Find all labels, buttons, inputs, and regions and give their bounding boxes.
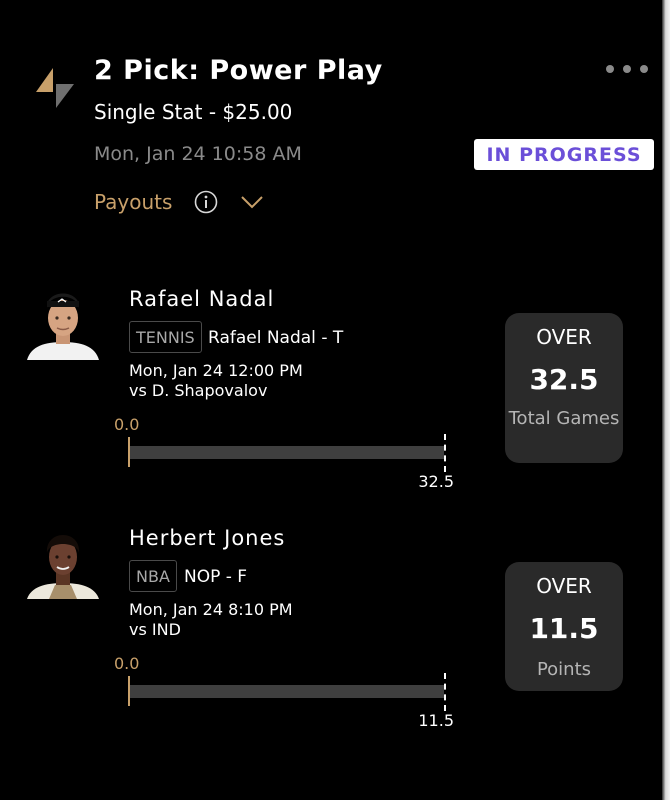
- start-value: 0.0: [114, 654, 140, 673]
- pick-direction: OVER: [536, 574, 592, 598]
- start-value: 0.0: [114, 415, 140, 434]
- pick-direction: OVER: [536, 325, 592, 349]
- line-value: 11.5: [418, 711, 454, 730]
- pick-stat: Points: [536, 659, 592, 680]
- dot: [606, 65, 614, 73]
- line-marker: [444, 673, 446, 711]
- window-edge: [662, 0, 670, 800]
- entry-subtitle: Single Stat - $25.00: [94, 100, 293, 124]
- progress-bar: [130, 685, 444, 698]
- player-avatar: [25, 523, 101, 599]
- team-position: Rafael Nadal - T: [208, 328, 344, 348]
- entry-detail-screen: 2 Pick: Power Play Single Stat - $25.00 …: [0, 0, 670, 800]
- start-marker: [128, 437, 130, 467]
- pick-line: 32.5: [529, 363, 599, 396]
- league-tag: TENNIS: [129, 321, 202, 353]
- chevron-down-icon[interactable]: [240, 194, 264, 210]
- pick-card[interactable]: OVER 11.5 Points: [505, 562, 623, 691]
- payouts-label: Payouts: [94, 190, 173, 214]
- opponent: vs D. Shapovalov: [129, 381, 268, 400]
- pick-stat: Total Games: [508, 408, 620, 429]
- line-value: 32.5: [418, 472, 454, 491]
- progress-bar: [130, 446, 444, 459]
- payouts-toggle[interactable]: Payouts: [94, 186, 264, 218]
- dot: [640, 65, 648, 73]
- game-time: Mon, Jan 24 12:00 PM: [129, 361, 303, 380]
- start-marker: [128, 676, 130, 706]
- status-badge: IN PROGRESS: [474, 139, 654, 170]
- pick-card[interactable]: OVER 32.5 Total Games: [505, 313, 623, 463]
- league-tag: NBA: [129, 560, 177, 592]
- player-avatar: [25, 284, 101, 360]
- pick-line: 11.5: [529, 612, 599, 645]
- player-name: Herbert Jones: [129, 526, 286, 550]
- info-icon[interactable]: [194, 190, 218, 214]
- more-dots-icon[interactable]: [606, 62, 656, 76]
- player-name: Rafael Nadal: [129, 287, 275, 311]
- prizepicks-logo-icon: [36, 68, 74, 108]
- dot: [623, 65, 631, 73]
- opponent: vs IND: [129, 620, 181, 639]
- line-marker: [444, 434, 446, 472]
- entry-datetime: Mon, Jan 24 10:58 AM: [94, 143, 302, 165]
- team-position: NOP - F: [184, 567, 248, 587]
- entry-title: 2 Pick: Power Play: [94, 55, 383, 86]
- game-time: Mon, Jan 24 8:10 PM: [129, 600, 293, 619]
